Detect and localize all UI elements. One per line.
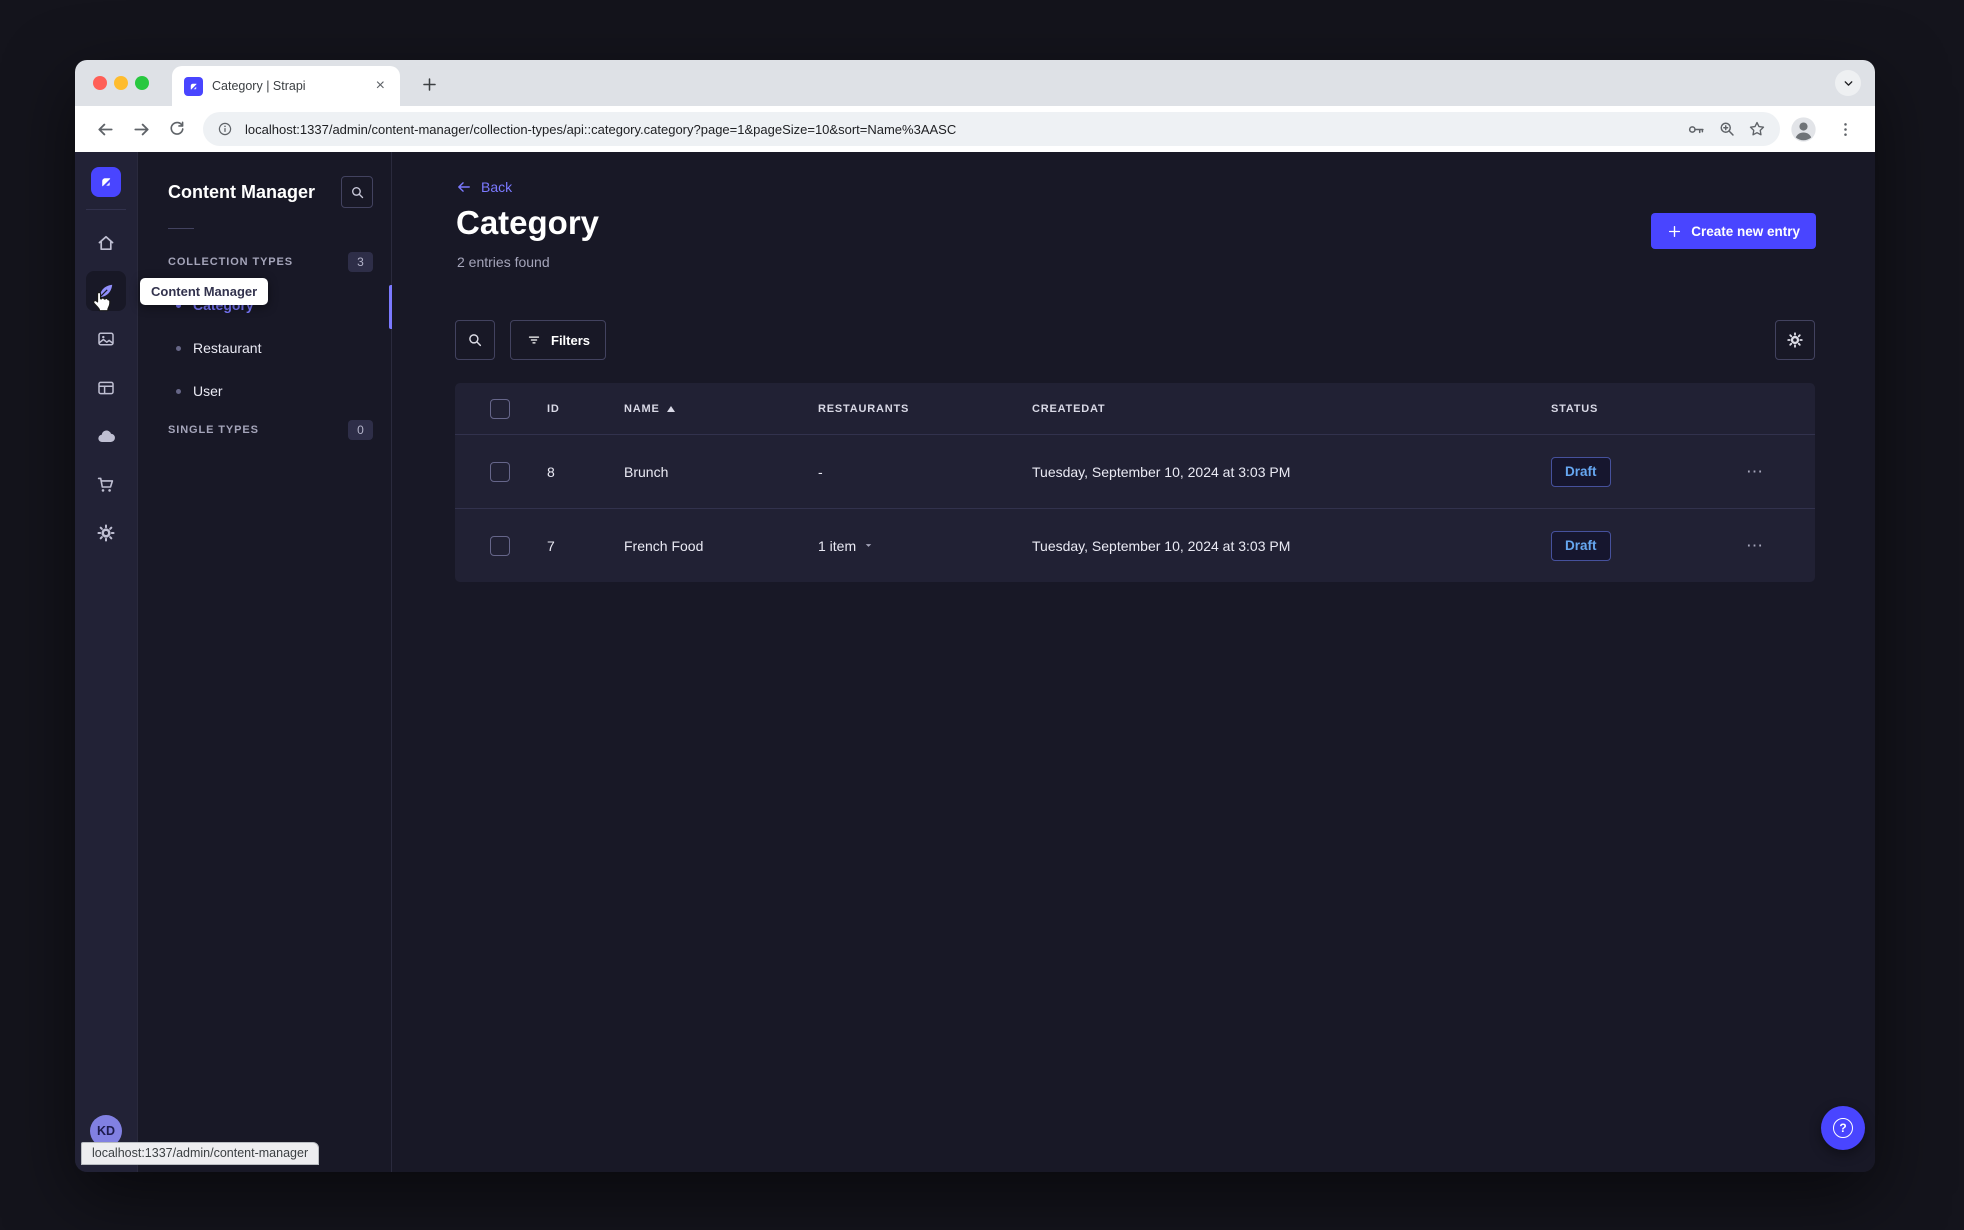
reload-icon[interactable]: [163, 115, 191, 143]
row-actions-icon[interactable]: ⋯: [1746, 537, 1764, 554]
header-createdat[interactable]: CREATEDAT: [1032, 403, 1551, 415]
tab-search-chevron-icon[interactable]: [1835, 70, 1861, 96]
link-status-bubble: localhost:1337/admin/content-manager: [81, 1142, 320, 1165]
cell-name: Brunch: [624, 463, 669, 480]
url-text: localhost:1337/admin/content-manager/col…: [245, 121, 957, 137]
close-window-button[interactable]: [93, 76, 107, 90]
new-tab-button[interactable]: [417, 72, 441, 96]
strapi-logo-icon[interactable]: [91, 167, 121, 197]
subnav-item-user[interactable]: User: [176, 381, 223, 401]
strapi-admin: KD Content Manager COLLECTION TYPES 3 Ca…: [75, 152, 1875, 1172]
cell-restaurants[interactable]: 1 item: [818, 538, 1032, 554]
filter-icon: [528, 336, 540, 344]
row-checkbox[interactable]: [490, 535, 510, 556]
browser-toolbar: localhost:1337/admin/content-manager/col…: [75, 106, 1875, 152]
back-arrow-icon: [458, 182, 470, 192]
cell-restaurants: -: [818, 463, 823, 480]
bookmark-star-icon[interactable]: [1748, 120, 1766, 138]
tab-close-icon[interactable]: ×: [373, 77, 388, 95]
settings-gear-icon[interactable]: [86, 513, 126, 553]
main-panel: Back Category 2 entries found Create new…: [392, 152, 1875, 1172]
header-name[interactable]: NAME: [624, 403, 818, 415]
url-bar[interactable]: localhost:1337/admin/content-manager/col…: [203, 112, 1780, 146]
header-restaurants[interactable]: RESTAURANTS: [818, 403, 1032, 415]
cell-id: 7: [547, 537, 555, 554]
page-title: Category: [456, 204, 600, 241]
entries-table: ID NAME RESTAURANTS CREATEDAT STATUS 8 B…: [455, 383, 1815, 582]
header-id[interactable]: ID: [547, 403, 624, 415]
cell-createdat: Tuesday, September 10, 2024 at 3:03 PM: [1032, 463, 1291, 480]
mouse-cursor-icon: [91, 290, 112, 313]
site-info-icon[interactable]: [217, 121, 233, 137]
question-icon: ?: [1833, 1118, 1853, 1138]
home-icon[interactable]: [86, 223, 126, 263]
media-library-icon[interactable]: [86, 319, 126, 359]
single-types-label: SINGLE TYPES: [168, 424, 259, 436]
content-manager-subnav: Content Manager COLLECTION TYPES 3 Categ…: [138, 152, 392, 1172]
window-controls: [93, 76, 149, 90]
sort-asc-icon: [666, 405, 675, 412]
header-status[interactable]: STATUS: [1551, 403, 1740, 415]
table-settings-gear-icon[interactable]: [1775, 320, 1815, 360]
table-header-row: ID NAME RESTAURANTS CREATEDAT STATUS: [455, 383, 1815, 434]
status-badge: Draft: [1551, 530, 1611, 561]
zoom-icon[interactable]: [1718, 120, 1736, 138]
subnav-divider: [168, 228, 194, 229]
bullet-icon: [176, 345, 181, 351]
bullet-icon: [176, 388, 181, 394]
cell-name: French Food: [624, 537, 704, 554]
rail-divider: [86, 209, 126, 210]
single-types-count-badge: 0: [348, 420, 373, 440]
row-checkbox[interactable]: [490, 461, 510, 482]
table-row[interactable]: 8 Brunch - Tuesday, September 10, 2024 a…: [455, 434, 1815, 508]
subnav-title: Content Manager: [168, 181, 316, 202]
subnav-item-restaurant[interactable]: Restaurant: [176, 338, 261, 358]
table-row[interactable]: 7 French Food 1 item Tuesday, September …: [455, 508, 1815, 582]
browser-menu-icon[interactable]: [1831, 115, 1859, 143]
content-type-builder-icon[interactable]: [86, 368, 126, 408]
collection-types-label: COLLECTION TYPES: [168, 256, 294, 268]
browser-tabstrip: Category | Strapi ×: [75, 60, 1875, 106]
plus-icon: [1669, 225, 1681, 237]
cell-createdat: Tuesday, September 10, 2024 at 3:03 PM: [1032, 537, 1291, 554]
strapi-favicon-icon: [184, 76, 203, 96]
marketplace-cart-icon[interactable]: [86, 465, 126, 505]
table-search-icon[interactable]: [455, 320, 495, 360]
forward-nav-icon[interactable]: [127, 115, 155, 143]
status-badge: Draft: [1551, 456, 1611, 487]
entries-count: 2 entries found: [457, 254, 550, 270]
tab-title: Category | Strapi: [212, 79, 306, 93]
minimize-window-button[interactable]: [114, 76, 128, 90]
row-actions-icon[interactable]: ⋯: [1746, 463, 1764, 480]
filters-button[interactable]: Filters: [510, 320, 607, 360]
create-new-entry-button[interactable]: Create new entry: [1651, 213, 1816, 249]
cloud-icon[interactable]: [86, 417, 126, 457]
content-manager-tooltip: Content Manager: [140, 278, 269, 305]
profile-avatar-icon[interactable]: [1790, 116, 1817, 143]
password-key-icon[interactable]: [1687, 120, 1706, 139]
help-button[interactable]: ?: [1821, 1106, 1865, 1150]
browser-tab[interactable]: Category | Strapi ×: [172, 66, 400, 106]
back-link[interactable]: Back: [456, 179, 512, 195]
cell-id: 8: [547, 463, 555, 480]
maximize-window-button[interactable]: [135, 76, 149, 90]
collection-types-count-badge: 3: [348, 252, 373, 272]
subnav-search-icon[interactable]: [341, 176, 373, 208]
select-all-checkbox[interactable]: [490, 398, 510, 419]
browser-window: Category | Strapi × localhost:1337/admin…: [75, 60, 1875, 1172]
back-nav-icon[interactable]: [91, 115, 119, 143]
chevron-down-icon: [863, 540, 874, 551]
